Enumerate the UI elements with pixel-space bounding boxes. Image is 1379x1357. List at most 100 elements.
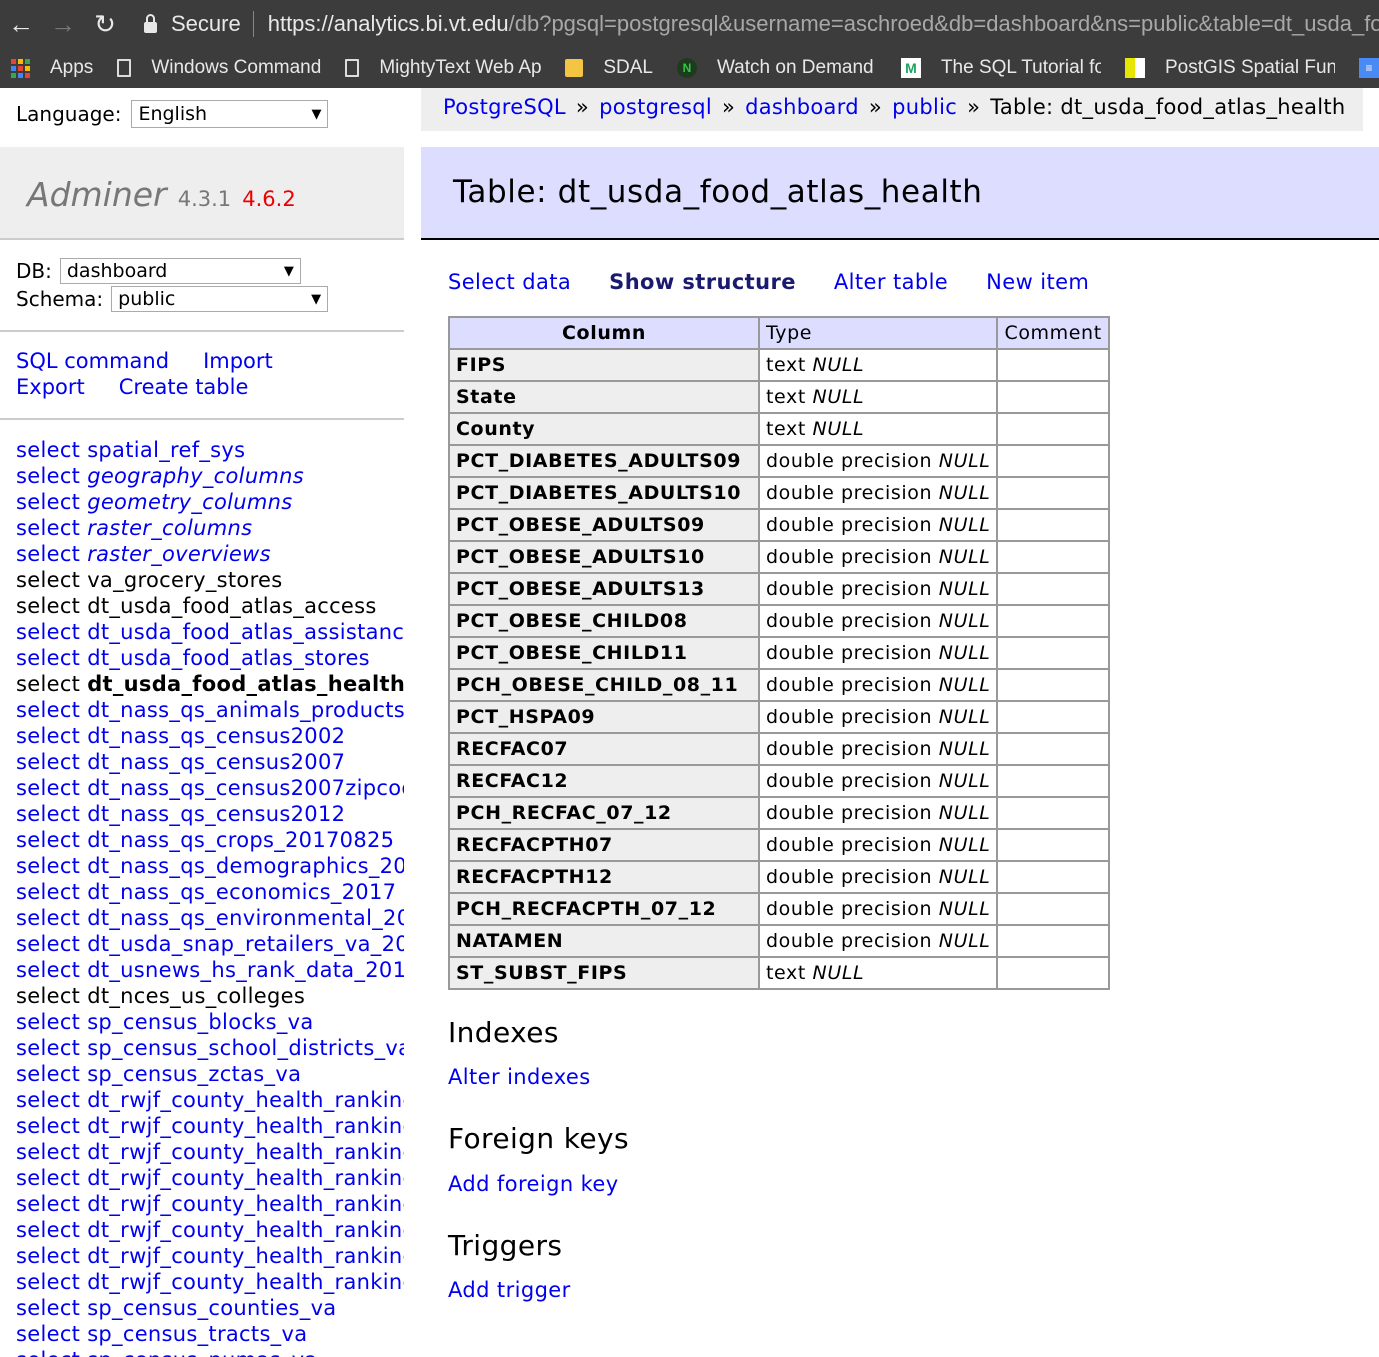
select-data-link[interactable]: Select data [448, 270, 571, 294]
db-select[interactable]: dashboard ▼ [59, 258, 301, 284]
table-name-link[interactable]: geometry_columns [87, 490, 292, 514]
table-name-link[interactable]: dt_rwjf_county_health_rankings [87, 1140, 404, 1164]
select-table-link[interactable]: select [16, 750, 80, 774]
table-name-link[interactable]: dt_rwjf_county_health_rankings [87, 1244, 404, 1268]
breadcrumb-server[interactable]: postgresql [599, 95, 712, 119]
select-table-link[interactable]: select [16, 1062, 80, 1086]
back-arrow-icon[interactable]: ← [0, 0, 42, 48]
bookmark-windows-command[interactable]: Windows Command [117, 57, 321, 79]
bookmark-postgis[interactable]: PostGIS Spatial Func [1124, 57, 1335, 79]
select-table-link[interactable]: select [16, 1270, 80, 1294]
table-name-link[interactable]: geography_columns [87, 464, 304, 488]
table-name-link[interactable]: dt_rwjf_county_health_rankings [87, 1088, 404, 1112]
forward-arrow-icon[interactable]: → [42, 0, 84, 48]
table-name-link[interactable]: dt_nces_us_colleges [87, 984, 305, 1008]
select-table-link[interactable]: select [16, 906, 80, 930]
table-name-link[interactable]: dt_nass_qs_census2007zipcode [87, 776, 404, 800]
select-table-link[interactable]: select [16, 958, 80, 982]
breadcrumb-schema[interactable]: public [892, 95, 957, 119]
add-trigger-link[interactable]: Add trigger [448, 1278, 571, 1302]
select-table-link[interactable]: select [16, 984, 80, 1008]
bookmark-doc[interactable]: ≡ [1358, 58, 1379, 78]
select-table-link[interactable]: select [16, 1192, 80, 1216]
table-name-link[interactable]: sp_census_blocks_va [87, 1010, 313, 1034]
select-table-link[interactable]: select [16, 1244, 80, 1268]
select-table-link[interactable]: select [16, 672, 80, 696]
alter-table-link[interactable]: Alter table [834, 270, 948, 294]
bookmark-sdal[interactable]: SDAL [565, 57, 653, 79]
select-table-link[interactable]: select [16, 1322, 80, 1346]
table-name-link[interactable]: dt_usda_food_atlas_assistance [87, 620, 404, 644]
table-name-link[interactable]: dt_rwjf_county_health_rankings [87, 1218, 404, 1242]
table-name-link[interactable]: dt_nass_qs_demographics_2017 [87, 854, 404, 878]
table-name-link[interactable]: dt_nass_qs_census2012 [87, 802, 345, 826]
new-item-link[interactable]: New item [986, 270, 1089, 294]
add-foreign-key-link[interactable]: Add foreign key [448, 1172, 619, 1196]
show-structure-link[interactable]: Show structure [609, 270, 796, 294]
table-name-link[interactable]: dt_nass_qs_environmental_2017 [87, 906, 404, 930]
table-name-link[interactable]: sp_census_zctas_va [87, 1062, 301, 1086]
select-table-link[interactable]: select [16, 438, 80, 462]
table-name-link[interactable]: dt_rwjf_county_health_rankings [87, 1192, 404, 1216]
sql-command-link[interactable]: SQL command [16, 349, 169, 373]
select-table-link[interactable]: select [16, 464, 80, 488]
select-table-link[interactable]: select [16, 1036, 80, 1060]
select-table-link[interactable]: select [16, 932, 80, 956]
table-name-link[interactable]: sp_census_counties_va [87, 1296, 336, 1320]
url-field[interactable]: https://analytics.bi.vt.edu/db?pgsql=pos… [268, 11, 1379, 37]
bookmark-watch-on-demand[interactable]: N Watch on Demand - [676, 57, 877, 79]
select-table-link[interactable]: select [16, 516, 80, 540]
table-name-link[interactable]: sp_census_school_districts_va [87, 1036, 404, 1060]
table-name-link[interactable]: dt_usda_food_atlas_access [87, 594, 376, 618]
language-select[interactable]: English ▼ [131, 100, 329, 128]
select-table-link[interactable]: select [16, 1114, 80, 1138]
select-table-link[interactable]: select [16, 828, 80, 852]
table-name-link[interactable]: sp_census_tracts_va [87, 1322, 307, 1346]
select-table-link[interactable]: select [16, 1218, 80, 1242]
table-name-link[interactable]: dt_rwjf_county_health_rankings [87, 1114, 404, 1138]
table-name-link[interactable]: dt_usda_food_atlas_health [87, 672, 404, 696]
table-name-link[interactable]: dt_rwjf_county_health_rankings [87, 1166, 404, 1190]
app-name-link[interactable]: Adminer [27, 175, 167, 214]
table-name-link[interactable]: sp_census_pumas_va [87, 1348, 317, 1357]
table-name-link[interactable]: dt_usda_snap_retailers_va_2017 [87, 932, 404, 956]
bookmark-sql-tutorial[interactable]: M The SQL Tutorial for [900, 57, 1101, 79]
table-name-link[interactable]: dt_nass_qs_census2002 [87, 724, 345, 748]
bookmark-mightytext[interactable]: MightyText Web App [345, 57, 541, 79]
table-name-link[interactable]: dt_rwjf_county_health_rankings [87, 1270, 404, 1294]
breadcrumb-database[interactable]: dashboard [745, 95, 859, 119]
table-name-link[interactable]: va_grocery_stores [87, 568, 282, 592]
table-name-link[interactable]: dt_usnews_hs_rank_data_2017 [87, 958, 404, 982]
table-name-link[interactable]: dt_nass_qs_crops_20170825 [87, 828, 394, 852]
select-table-link[interactable]: select [16, 776, 80, 800]
select-table-link[interactable]: select [16, 620, 80, 644]
export-link[interactable]: Export [16, 375, 85, 399]
select-table-link[interactable]: select [16, 1088, 80, 1112]
table-name-link[interactable]: raster_overviews [87, 542, 271, 566]
import-link[interactable]: Import [203, 349, 273, 373]
select-table-link[interactable]: select [16, 880, 80, 904]
select-table-link[interactable]: select [16, 1166, 80, 1190]
select-table-link[interactable]: select [16, 568, 80, 592]
table-name-link[interactable]: dt_nass_qs_animals_products [87, 698, 404, 722]
table-name-link[interactable]: spatial_ref_sys [87, 438, 245, 462]
select-table-link[interactable]: select [16, 542, 80, 566]
select-table-link[interactable]: select [16, 1348, 80, 1357]
table-name-link[interactable]: dt_nass_qs_census2007 [87, 750, 345, 774]
table-name-link[interactable]: raster_columns [87, 516, 252, 540]
bookmark-apps[interactable]: Apps [10, 57, 93, 79]
reload-icon[interactable]: ↻ [84, 0, 126, 48]
select-table-link[interactable]: select [16, 594, 80, 618]
alter-indexes-link[interactable]: Alter indexes [448, 1065, 591, 1089]
select-table-link[interactable]: select [16, 1296, 80, 1320]
select-table-link[interactable]: select [16, 1140, 80, 1164]
select-table-link[interactable]: select [16, 646, 80, 670]
select-table-link[interactable]: select [16, 698, 80, 722]
select-table-link[interactable]: select [16, 1010, 80, 1034]
breadcrumb-driver[interactable]: PostgreSQL [443, 95, 566, 119]
new-version-link[interactable]: 4.6.2 [242, 187, 295, 211]
select-table-link[interactable]: select [16, 490, 80, 514]
secure-indicator[interactable]: Secure [144, 0, 241, 48]
table-name-link[interactable]: dt_nass_qs_economics_2017 [87, 880, 396, 904]
schema-select[interactable]: public ▼ [111, 286, 329, 312]
